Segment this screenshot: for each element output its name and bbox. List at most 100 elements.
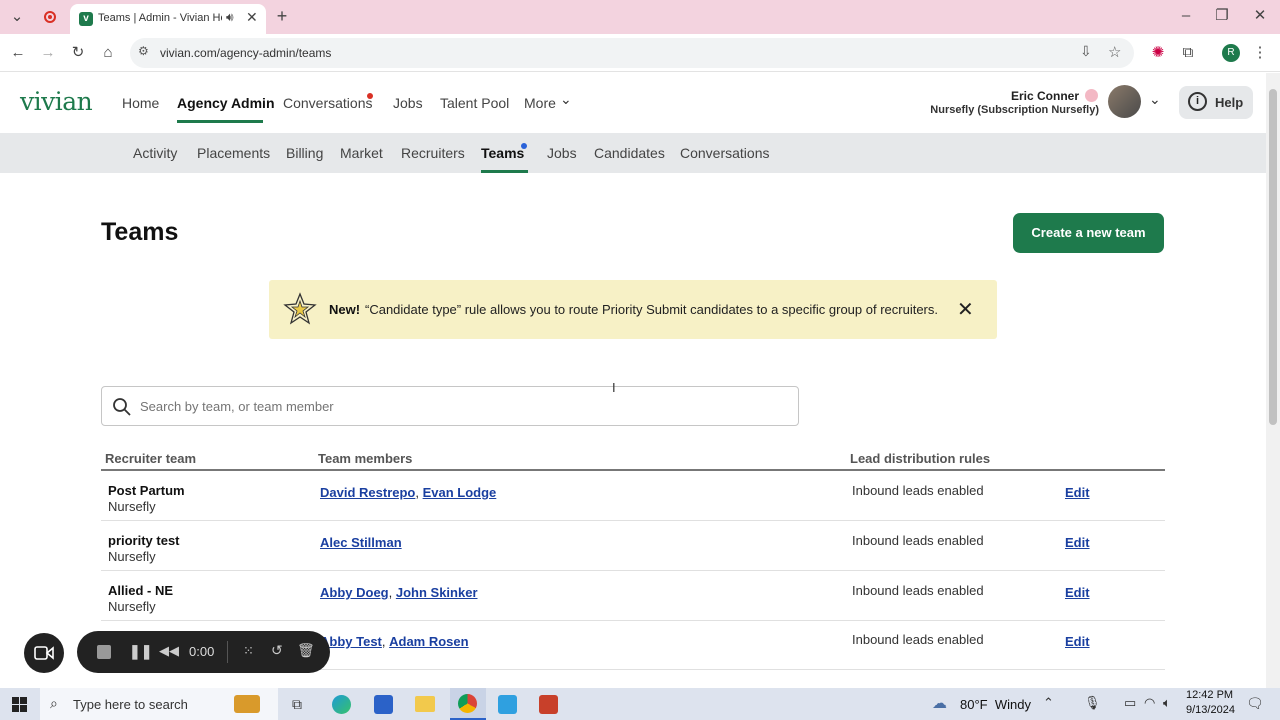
team-org: Nursefly — [108, 499, 156, 514]
store-app-icon[interactable] — [374, 695, 393, 714]
tab-search-chevron-icon[interactable]: ⌄ — [8, 7, 26, 27]
recorder-grid-icon[interactable]: ⁙ — [243, 643, 254, 659]
bookmark-star-icon[interactable]: ☆ — [1108, 43, 1121, 61]
nav-agency-admin[interactable]: Agency Admin — [177, 95, 275, 111]
member-link[interactable]: Abby Doeg — [320, 585, 389, 600]
recorder-restart-icon[interactable]: ↺ — [271, 642, 283, 659]
page-title: Teams — [101, 218, 179, 246]
nav-jobs[interactable]: Jobs — [393, 95, 423, 111]
browser-tab-active[interactable]: v Teams | Admin - Vivian Hea 🔊︎ ✕ — [70, 4, 266, 34]
member-link[interactable]: John Skinker — [396, 585, 478, 600]
search-icon — [113, 398, 131, 416]
tab-close-icon[interactable]: ✕ — [246, 9, 258, 26]
nav-talent-pool[interactable]: Talent Pool — [440, 95, 509, 111]
back-arrow-icon[interactable]: ← — [8, 43, 28, 63]
subnav-activity[interactable]: Activity — [133, 145, 177, 161]
app-header: vivian Home Agency Admin Conversations J… — [0, 73, 1266, 133]
task-view-icon[interactable]: ⧉ — [292, 696, 302, 713]
file-explorer-icon[interactable] — [415, 696, 435, 712]
page-scrollbar[interactable] — [1266, 73, 1280, 688]
member-link[interactable]: David Restrepo — [320, 485, 415, 500]
member-link[interactable]: Adam Rosen — [389, 634, 468, 649]
new-tab-icon[interactable]: + — [272, 6, 292, 26]
video-camera-icon — [34, 646, 54, 660]
windows-start-icon[interactable] — [12, 697, 27, 712]
search-highlight-icon — [234, 695, 260, 713]
nav-more[interactable]: More — [524, 95, 556, 111]
lead-rule: Inbound leads enabled — [852, 583, 984, 598]
windows-taskbar: ⌕ Type here to search ⧉ ☁ 80°F Windy ⌃ 🎙… — [0, 688, 1280, 720]
banner-close-icon[interactable]: ✕ — [957, 297, 974, 322]
edit-link[interactable]: Edit — [1065, 634, 1090, 649]
edit-link[interactable]: Edit — [1065, 485, 1090, 500]
search-input[interactable] — [140, 396, 780, 416]
reload-icon[interactable]: ↻ — [68, 43, 88, 63]
help-button[interactable]: i Help — [1179, 86, 1253, 119]
create-team-button[interactable]: Create a new team — [1013, 213, 1164, 253]
edit-link[interactable]: Edit — [1065, 535, 1090, 550]
recorder-delete-icon[interactable]: 🗑︎ — [297, 642, 315, 659]
team-name: priority test — [108, 533, 180, 548]
notification-dot — [367, 93, 373, 99]
home-icon[interactable]: ⌂ — [98, 43, 118, 63]
recorder-pause-icon[interactable]: ❚❚ — [129, 643, 152, 660]
user-avatar[interactable] — [1108, 85, 1141, 118]
search-box[interactable] — [101, 386, 799, 426]
subnav-active-underline — [481, 170, 528, 173]
subnav-conversations[interactable]: Conversations — [680, 145, 770, 161]
chrome-app-icon[interactable] — [450, 688, 486, 720]
announcement-banner: New! “Candidate type” rule allows you to… — [269, 280, 997, 339]
user-status-icon — [1085, 89, 1098, 102]
extensions-puzzle-icon[interactable]: ⧉ — [1178, 43, 1198, 63]
member-link[interactable]: Alec Stillman — [320, 535, 402, 550]
recorder-camera-button[interactable] — [24, 633, 64, 673]
subnav-market[interactable]: Market — [340, 145, 383, 161]
recorder-stop-button[interactable] — [97, 645, 111, 659]
nav-home[interactable]: Home — [122, 95, 159, 111]
forward-arrow-icon[interactable]: → — [38, 43, 58, 63]
window-minimize-icon[interactable]: – — [1176, 6, 1196, 26]
site-info-icon[interactable]: ⚙ — [138, 44, 149, 58]
col-header-team-members: Team members — [318, 451, 413, 466]
scrollbar-thumb[interactable] — [1269, 89, 1277, 425]
app-icon-red[interactable] — [539, 695, 558, 714]
tab-audio-icon[interactable]: 🔊︎ — [226, 10, 234, 25]
weather-text[interactable]: 80°F Windy — [960, 697, 1031, 712]
vivian-logo[interactable]: vivian — [20, 87, 93, 116]
url-text: vivian.com/agency-admin/teams — [160, 46, 332, 60]
notifications-icon[interactable]: 🗨︎ — [1246, 695, 1264, 712]
subnav-recruiters[interactable]: Recruiters — [401, 145, 465, 161]
window-close-icon[interactable]: ✕ — [1250, 6, 1270, 26]
member-link[interactable]: Evan Lodge — [423, 485, 497, 500]
nav-conversations[interactable]: Conversations — [283, 95, 373, 111]
subnav-candidates[interactable]: Candidates — [594, 145, 665, 161]
recorder-controls-bar: ❚❚ ◀◀ 0:00 ⁙ ↺ 🗑︎ — [77, 631, 330, 673]
subnav-jobs[interactable]: Jobs — [547, 145, 577, 161]
browser-menu-icon[interactable]: ⋮ — [1252, 43, 1268, 63]
text-cursor-icon: I — [612, 380, 616, 395]
lead-rule: Inbound leads enabled — [852, 483, 984, 498]
col-header-recruiter-team: Recruiter team — [105, 451, 197, 466]
edit-link[interactable]: Edit — [1065, 585, 1090, 600]
nav-active-underline — [177, 120, 263, 123]
clock-date[interactable]: 9/13/2024 — [1186, 704, 1235, 716]
window-restore-icon[interactable]: ❐ — [1212, 6, 1232, 26]
extension-colorful-icon[interactable]: ✺ — [1148, 43, 1168, 63]
tray-overflow-icon[interactable]: ⌃ — [1043, 695, 1054, 711]
profile-avatar[interactable]: R — [1222, 44, 1240, 62]
subnav-billing[interactable]: Billing — [286, 145, 323, 161]
user-menu-chevron-icon[interactable]: ⌄ — [1149, 91, 1161, 108]
edge-app-icon[interactable] — [332, 695, 351, 714]
subnav-placements[interactable]: Placements — [197, 145, 270, 161]
volume-icon: 🔈︎ — [1163, 695, 1171, 710]
address-bar[interactable]: ⚙ vivian.com/agency-admin/teams ⇩ ☆ — [130, 38, 1134, 68]
banner-new-label: New! — [329, 302, 361, 317]
install-app-icon[interactable]: ⇩ — [1080, 43, 1092, 60]
more-chevron-down-icon[interactable]: ⌄ — [560, 91, 572, 108]
wifi-icon: ◠ — [1144, 695, 1156, 710]
taskbar-search-box[interactable]: ⌕ Type here to search — [40, 688, 278, 720]
subnav-teams[interactable]: Teams — [481, 145, 524, 161]
recorder-rewind-icon[interactable]: ◀◀ — [159, 643, 179, 659]
clock-time[interactable]: 12:42 PM — [1186, 689, 1233, 701]
paint-app-icon[interactable] — [498, 695, 517, 714]
